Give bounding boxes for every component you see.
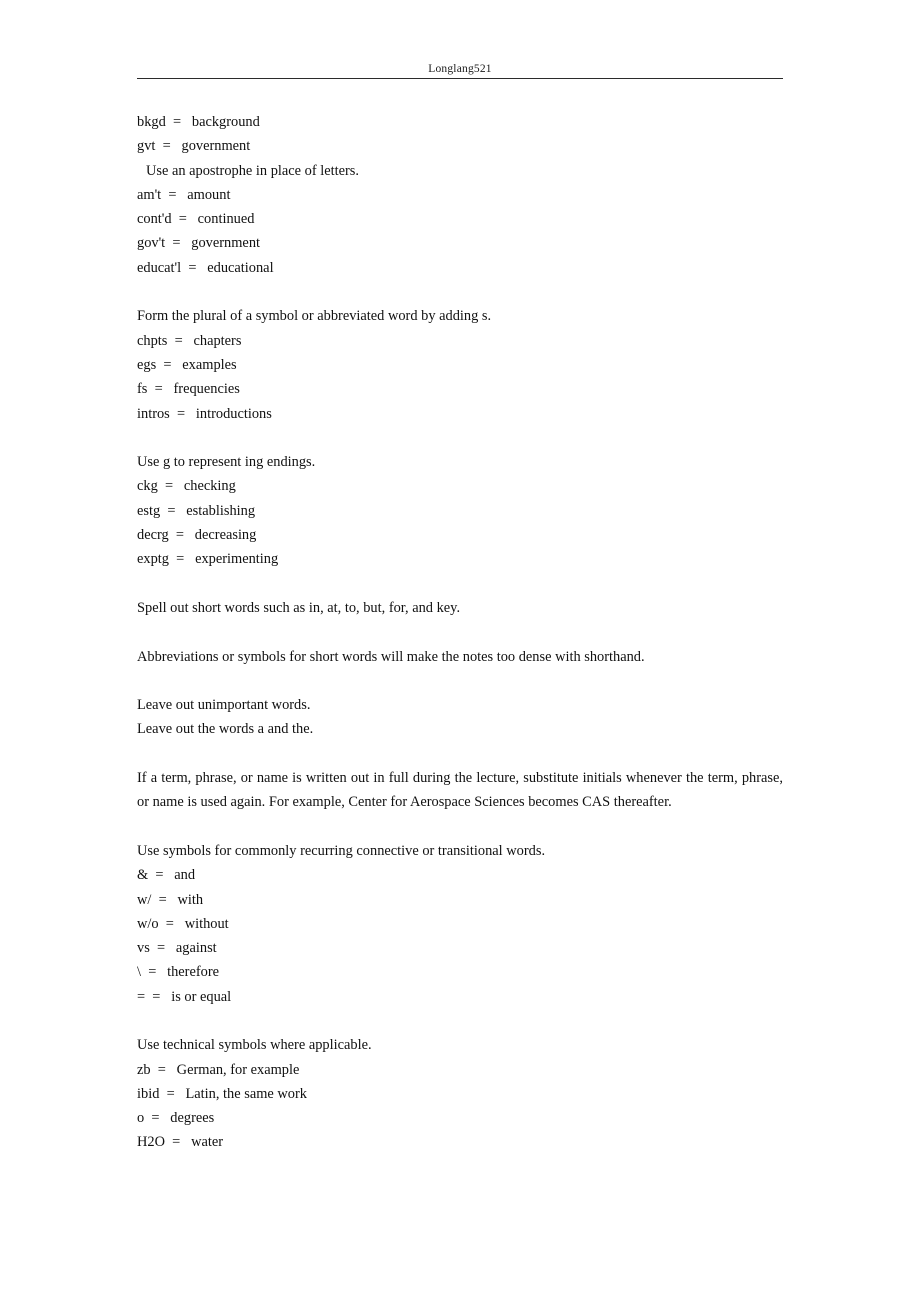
list-item: H2O = water — [137, 1134, 224, 1151]
ing-rule: Use g to represent ing endings. — [137, 454, 316, 471]
list-item: w/o = without — [137, 915, 229, 932]
list-item: ibid = Latin, the same work — [137, 1085, 307, 1102]
plural-rule: Form the plural of a symbol or abbreviat… — [137, 308, 492, 325]
list-item: fs = frequencies — [137, 381, 240, 398]
ing-list: ckg = checking estg = establishing decrg… — [137, 474, 783, 571]
leave-out-line: Leave out unimportant words. — [137, 697, 311, 714]
technical-symbols-rule: Use technical symbols where applicable. — [137, 1037, 372, 1054]
list-item: egs = examples — [137, 356, 237, 373]
list-item: vs = against — [137, 940, 217, 957]
list-item: exptg = experimenting — [137, 551, 279, 568]
spell-out-paragraph: Spell out short words such as in, at, to… — [137, 599, 461, 616]
list-item: zb = German, for example — [137, 1061, 300, 1078]
list-item: gvt = government — [137, 138, 251, 155]
abbreviation-list-initial: bkgd = background gvt = government — [137, 110, 783, 159]
list-item: ckg = checking — [137, 478, 236, 495]
list-item: intros = introductions — [137, 405, 272, 422]
apostrophe-list: am't = amount cont'd = continued gov't =… — [137, 183, 783, 280]
list-item: & = and — [137, 867, 196, 884]
list-item: \ = therefore — [137, 964, 220, 981]
list-item: estg = establishing — [137, 502, 256, 519]
list-item: gov't = government — [137, 235, 261, 252]
initials-paragraph: If a term, phrase, or name is written ou… — [137, 770, 783, 811]
dense-shorthand-paragraph: Abbreviations or symbols for short words… — [137, 648, 645, 665]
list-item: = = is or equal — [137, 988, 232, 1005]
list-item: cont'd = continued — [137, 211, 255, 228]
leave-out-line: Leave out the words a and the. — [137, 721, 314, 738]
leave-out-paragraph: Leave out unimportant words. Leave out t… — [137, 693, 783, 742]
list-item: w/ = with — [137, 891, 204, 908]
document-body: bkgd = background gvt = government Use a… — [137, 110, 783, 1155]
list-item: o = degrees — [137, 1110, 215, 1127]
list-item: bkgd = background — [137, 114, 260, 130]
apostrophe-rule: Use an apostrophe in place of letters. — [146, 162, 359, 179]
document-page: Longlang521 bkgd = background gvt = gove… — [0, 0, 920, 1302]
page-header: Longlang521 — [137, 62, 783, 79]
list-item: educat'l = educational — [137, 259, 274, 276]
list-item: chpts = chapters — [137, 332, 242, 349]
header-divider — [137, 78, 783, 79]
connective-symbols-list: & = and w/ = with w/o = without vs = aga… — [137, 863, 783, 1009]
plural-list: chpts = chapters egs = examples fs = fre… — [137, 329, 783, 426]
list-item: decrg = decreasing — [137, 527, 257, 544]
list-item: am't = amount — [137, 186, 231, 203]
connective-symbols-rule: Use symbols for commonly recurring conne… — [137, 842, 546, 859]
technical-symbols-list: zb = German, for example ibid = Latin, t… — [137, 1058, 783, 1155]
header-title: Longlang521 — [428, 63, 492, 75]
